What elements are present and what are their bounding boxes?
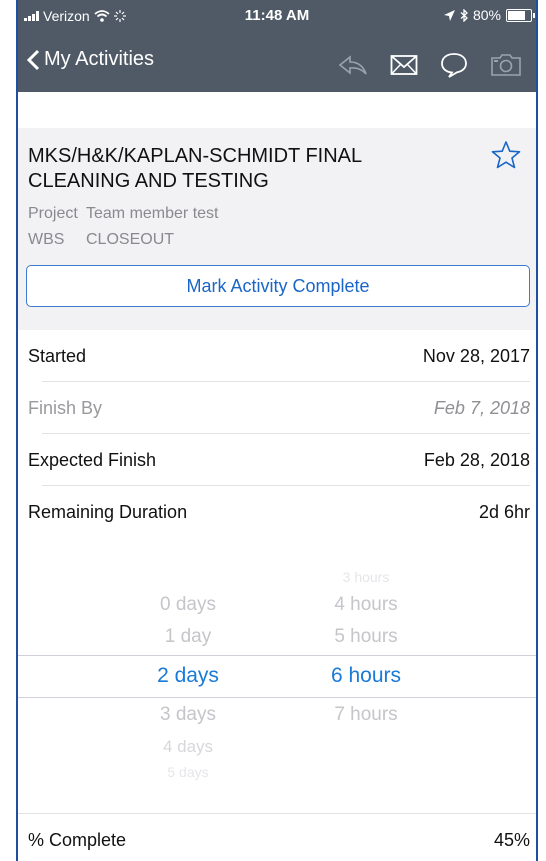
app-screen: Verizon 11:48 AM 80% My Activities MKS/H… [18,0,536,861]
days-option[interactable]: 3 days [118,704,258,726]
wifi-icon [94,10,110,22]
expected-finish-row: Expected Finish Feb 28, 2018 [18,434,536,486]
activity-header-card: MKS/H&K/KAPLAN-SCHMIDT FINAL CLEANING AN… [18,128,536,330]
wbs-label: WBS [28,231,65,248]
wbs-row: WBS CLOSEOUT [28,231,174,249]
picker-selection-bottom-line [18,697,536,698]
remaining-duration-value: 2d 6hr [478,502,530,522]
hours-option[interactable]: 3 hours [296,569,436,585]
days-option[interactable]: 5 days [118,764,258,780]
finish-by-value: Feb 7, 2018 [433,398,530,418]
days-option[interactable]: 1 day [118,626,258,648]
started-value: Nov 28, 2017 [422,346,530,366]
wbs-value: CLOSEOUT [86,231,175,248]
project-row: Project Team member test [28,205,218,223]
bluetooth-icon [460,8,468,22]
signal-bars-icon [24,11,39,21]
hours-option[interactable]: 4 hours [296,594,436,616]
percent-complete-label: % Complete [28,830,127,850]
remaining-duration-row[interactable]: Remaining Duration 2d 6hr [18,486,536,538]
duration-picker: 0 days 1 day 2 days 3 days 4 days 5 days… [18,552,536,802]
chat-bubble-icon[interactable] [440,52,468,78]
started-label: Started [28,346,87,366]
status-bar: Verizon 11:48 AM 80% [18,0,536,38]
top-bar: Verizon 11:48 AM 80% My Activities [18,0,536,92]
navigation-bar: My Activities [18,38,536,92]
percent-complete-row[interactable]: % Complete 45% [18,813,536,861]
picker-selection-top-line [18,655,536,656]
mail-icon[interactable] [390,54,418,76]
project-value: Team member test [86,205,219,222]
finish-by-label: Finish By [28,398,103,418]
mark-activity-complete-button[interactable]: Mark Activity Complete [26,265,530,307]
hours-option[interactable]: 5 hours [296,626,436,648]
activity-title: MKS/H&K/KAPLAN-SCHMIDT FINAL CLEANING AN… [28,145,362,192]
reply-icon[interactable] [338,54,368,76]
battery-icon [506,8,535,22]
back-button[interactable]: My Activities [26,48,154,71]
hours-selected[interactable]: 6 hours [296,664,436,688]
camera-icon[interactable] [490,53,522,77]
back-label: My Activities [44,48,155,70]
expected-finish-value: Feb 28, 2018 [423,450,530,470]
status-time: 11:48 AM [244,7,310,24]
battery-percent: 80% [472,7,501,23]
days-option[interactable]: 4 days [118,737,258,757]
days-selected[interactable]: 2 days [118,664,258,688]
chevron-left-icon [26,49,40,70]
activity-icon [113,10,126,22]
hours-option[interactable]: 7 hours [296,704,436,726]
finish-by-row[interactable]: Finish By Feb 7, 2018 [18,382,536,434]
remaining-duration-label: Remaining Duration [28,502,188,522]
project-label: Project [28,205,78,222]
percent-complete-value: 45% [493,830,530,850]
days-option[interactable]: 0 days [118,594,258,616]
started-row: Started Nov 28, 2017 [18,330,536,382]
carrier-name: Verizon [43,8,90,24]
expected-finish-label: Expected Finish [28,450,157,470]
location-arrow-icon [443,9,455,21]
window-frame-right [536,0,538,861]
star-icon[interactable] [490,140,522,170]
